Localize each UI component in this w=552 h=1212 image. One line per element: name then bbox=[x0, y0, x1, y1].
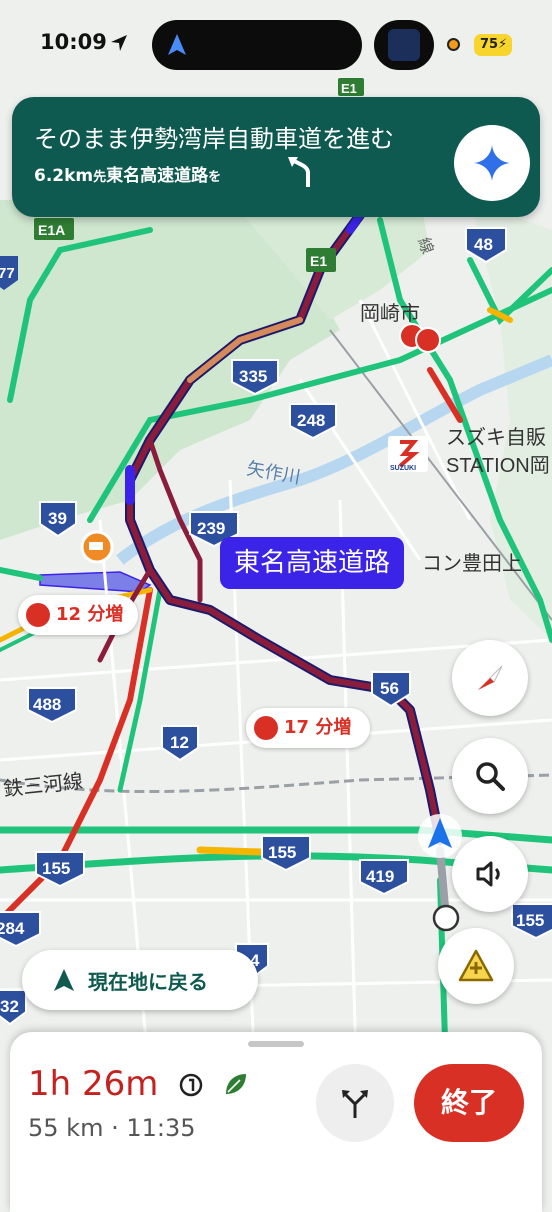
main-instruction: そのまま伊勢湾岸自動車道を進む bbox=[34, 125, 394, 153]
status-bar: 10:09 75⚡ bbox=[0, 0, 552, 90]
report-button[interactable] bbox=[438, 928, 514, 1004]
delay-text: 17 分増 bbox=[284, 717, 352, 738]
traffic-car-icon bbox=[26, 603, 50, 627]
svg-text:284: 284 bbox=[0, 919, 25, 938]
route-start-marker bbox=[432, 904, 460, 932]
route-name-label[interactable]: 東名高速道路 bbox=[220, 537, 405, 589]
search-icon bbox=[476, 762, 505, 791]
recenter-button[interactable]: 現在地に戻る bbox=[22, 950, 258, 1010]
svg-text:39: 39 bbox=[48, 509, 67, 528]
delay-text: 12 分増 bbox=[56, 604, 124, 625]
search-button[interactable] bbox=[452, 738, 528, 814]
battery-indicator: 75⚡ bbox=[474, 34, 512, 56]
svg-text:155: 155 bbox=[42, 859, 70, 878]
svg-text:48: 48 bbox=[474, 235, 493, 254]
svg-text:77: 77 bbox=[0, 265, 15, 282]
next-road: 東名高速道路 bbox=[106, 166, 209, 186]
navigation-arrow-icon bbox=[168, 34, 186, 55]
svg-text:56: 56 bbox=[380, 679, 399, 698]
next-distance: 6.2km bbox=[34, 166, 94, 186]
next-instruction: 6.2km先東名高速道路を bbox=[34, 161, 221, 186]
speaker-icon bbox=[476, 861, 500, 887]
compass-icon bbox=[478, 665, 503, 690]
app-thumbnail-icon bbox=[388, 29, 420, 61]
next-prefix: 先 bbox=[93, 170, 107, 185]
navigation-arrow-icon bbox=[54, 969, 74, 991]
turn-slight-left-icon bbox=[288, 157, 310, 187]
svg-text:239: 239 bbox=[197, 519, 225, 538]
svg-text:335: 335 bbox=[239, 367, 267, 386]
dynamic-island[interactable] bbox=[152, 20, 362, 70]
label-suzuki: スズキ自販 bbox=[446, 426, 546, 449]
svg-text:E1: E1 bbox=[310, 253, 327, 269]
fuel-efficient-icon bbox=[179, 1073, 203, 1097]
assistant-button[interactable] bbox=[454, 125, 530, 201]
label-okazaki: 岡崎市 bbox=[360, 302, 420, 325]
status-time: 10:09 bbox=[40, 30, 107, 54]
current-location-icon bbox=[418, 814, 462, 858]
traffic-camera-icon[interactable] bbox=[80, 530, 114, 564]
sound-button[interactable] bbox=[452, 836, 528, 912]
end-navigation-button[interactable]: 終了 bbox=[414, 1064, 524, 1142]
direction-banner[interactable]: そのまま伊勢湾岸自動車道を進む 6.2km先東名高速道路を bbox=[12, 97, 540, 217]
shield-e1a: E1A bbox=[34, 218, 74, 240]
camera-pill bbox=[374, 20, 434, 70]
battery-level: 75 bbox=[480, 37, 499, 52]
recording-indicator bbox=[447, 38, 460, 51]
alternate-routes-icon bbox=[342, 1090, 368, 1118]
shield-e1: E1 bbox=[306, 248, 336, 272]
svg-text:E1A: E1A bbox=[38, 222, 65, 238]
traffic-car-icon bbox=[254, 716, 278, 740]
leaf-icon bbox=[226, 1074, 246, 1094]
next-suffix: を bbox=[208, 170, 222, 185]
location-arrow-icon bbox=[111, 35, 127, 51]
recenter-label: 現在地に戻る bbox=[88, 970, 208, 994]
label-suzuki-station: STATION岡 bbox=[446, 455, 550, 477]
traffic-delay-chip[interactable]: 12 分増 bbox=[18, 595, 138, 635]
trip-duration: 1h 26m bbox=[28, 1064, 159, 1104]
compass-button[interactable] bbox=[452, 640, 528, 716]
svg-text:419: 419 bbox=[366, 867, 394, 886]
svg-text:12: 12 bbox=[170, 733, 189, 752]
alternate-routes-button[interactable] bbox=[316, 1064, 394, 1142]
svg-text:248: 248 bbox=[297, 411, 325, 430]
svg-text:155: 155 bbox=[268, 843, 296, 862]
report-incident-icon bbox=[458, 949, 494, 982]
label-toyota: コン豊田上 bbox=[422, 552, 522, 575]
svg-text:SUZUKI: SUZUKI bbox=[390, 465, 416, 472]
svg-text:488: 488 bbox=[33, 695, 61, 714]
suzuki-poi[interactable]: SUZUKI bbox=[388, 436, 428, 472]
distance-arrival: 55 km · 11:35 bbox=[28, 1114, 196, 1142]
charging-icon: ⚡ bbox=[498, 37, 508, 52]
trip-sheet[interactable]: 1h 26m 55 km · 11:35 終了 bbox=[10, 1032, 542, 1212]
svg-text:155: 155 bbox=[516, 911, 544, 930]
svg-text:32: 32 bbox=[0, 997, 19, 1016]
traffic-delay-chip[interactable]: 17 分増 bbox=[246, 708, 370, 748]
sheet-handle[interactable] bbox=[248, 1041, 304, 1047]
gemini-sparkle-icon bbox=[474, 145, 510, 181]
